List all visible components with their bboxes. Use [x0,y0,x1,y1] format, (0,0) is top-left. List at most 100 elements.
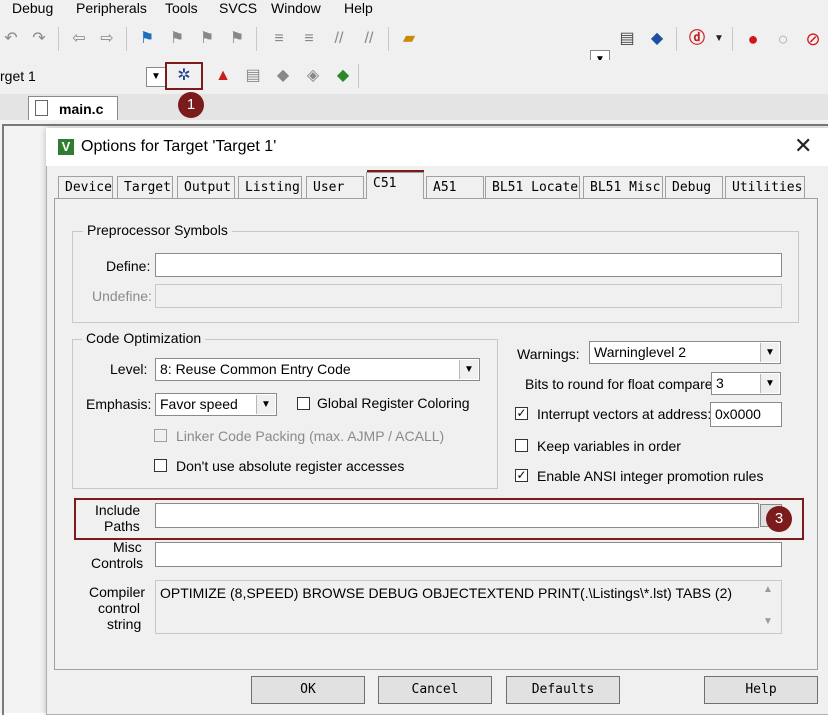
chevron-down-icon: ▼ [760,343,779,362]
preprocessor-legend: Preprocessor Symbols [83,222,232,238]
bookmark-icon[interactable]: ⚑ [136,28,158,50]
interrupt-vectors-field[interactable]: 0x0000 [710,402,782,427]
define-label: Define: [106,258,151,274]
file-icon [35,100,48,116]
chevron-down-icon: ▼ [256,395,275,414]
enable-ansi-checkbox[interactable]: ✓ [515,469,528,482]
menu-tools[interactable]: Tools [165,0,198,16]
tab-target[interactable]: Target [117,176,173,198]
toolbar-separator [732,27,733,51]
file-extensions-icon[interactable]: ▲ [212,65,234,87]
redo-icon[interactable]: ↷ [28,28,50,50]
keep-variables-label: Keep variables in order [537,438,681,454]
scroll-up-icon[interactable]: ▲ [763,584,773,595]
annotation-box-target-options [165,62,203,90]
nav-back-icon[interactable]: ⇦ [68,28,90,50]
dialog-title: Options for Target 'Target 1' [81,138,277,155]
tab-output[interactable]: Output [177,176,235,198]
indent-icon[interactable]: ≡ [268,28,290,50]
bits-round-select[interactable]: 3 ▼ [711,372,781,395]
debug-session-icon[interactable]: ⓓ [686,28,708,50]
menu-debug[interactable]: Debug [12,0,53,16]
open-folder-icon[interactable]: ▰ [398,28,420,50]
define-field[interactable] [155,253,782,277]
tab-bl51-locate[interactable]: BL51 Locate [485,176,580,198]
toolbar-separator [126,27,127,51]
file-tab-strip: main.c [0,94,828,121]
compiler-control-label-line2: control [98,600,141,616]
toolbar-separator [58,27,59,51]
warnings-select-value: Warninglevel 2 [594,344,687,360]
defaults-button[interactable]: Defaults [506,676,620,704]
bookmark-prev-icon[interactable]: ⚑ [166,28,188,50]
undefine-label: Undefine: [92,288,152,304]
cancel-button[interactable]: Cancel [378,676,492,704]
toolbar-main: ↶ ↷ ⇦ ⇨ ⚑ ⚑ ⚑ ⚑ ≡ ≡ // // ▰ ▼ ▤ ◆ ⓓ ▼ ● … [0,20,828,70]
undo-icon[interactable]: ↶ [0,28,22,50]
incremental-find-icon[interactable]: ◆ [646,28,668,50]
annotation-badge-3: 3 [766,506,792,532]
interrupt-vectors-label: Interrupt vectors at address: [537,406,712,422]
enable-ansi-label: Enable ANSI integer promotion rules [537,468,764,484]
tab-user[interactable]: User [306,176,364,198]
uncomment-icon[interactable]: // [358,28,380,50]
global-register-coloring-checkbox[interactable] [297,397,310,410]
tab-a51[interactable]: A51 [426,176,484,198]
linker-code-packing-checkbox[interactable] [154,429,167,442]
find-in-files-icon[interactable]: ▤ [616,28,638,50]
scroll-down-icon[interactable]: ▼ [763,616,773,627]
debug-dropdown-icon[interactable]: ▼ [708,28,730,50]
warnings-select[interactable]: Warninglevel 2 ▼ [589,341,781,364]
target-dropdown-icon[interactable]: ▼ [146,67,166,87]
undefine-field[interactable] [155,284,782,308]
warnings-label: Warnings: [517,346,580,362]
comment-icon[interactable]: // [328,28,350,50]
pack-installer-icon[interactable]: ◈ [302,65,324,87]
emphasis-label: Emphasis: [86,396,152,412]
tab-utilities[interactable]: Utilities [725,176,805,198]
target-select-value[interactable]: rget 1 [0,68,36,84]
ok-button[interactable]: OK [251,676,365,704]
compiler-control-label-line1: Compiler [89,584,146,600]
file-tab-main-c[interactable]: main.c [28,96,118,121]
bits-round-select-value: 3 [716,375,724,391]
tab-bl51-misc[interactable]: BL51 Misc [583,176,663,198]
select-packs-icon[interactable]: ◆ [272,65,294,87]
toolbar-separator [256,27,257,51]
tab-listing[interactable]: Listing [238,176,302,198]
menu-window[interactable]: Window [271,0,321,16]
emphasis-select[interactable]: Favor speed ▼ [155,393,277,416]
breakpoint-kill-icon[interactable]: ⊘ [802,28,824,50]
misc-controls-field[interactable] [155,542,782,567]
bookmark-next-icon[interactable]: ⚑ [196,28,218,50]
interrupt-vectors-checkbox[interactable]: ✓ [515,407,528,420]
level-select[interactable]: 8: Reuse Common Entry Code ▼ [155,358,480,381]
tab-debug[interactable]: Debug [665,176,723,198]
bookmark-clear-icon[interactable]: ⚑ [226,28,248,50]
menu-help[interactable]: Help [344,0,373,16]
dont-use-absolute-label: Don't use absolute register accesses [176,458,405,474]
unindent-icon[interactable]: ≡ [298,28,320,50]
breakpoint-icon[interactable]: ● [742,28,764,50]
preprocessor-group [72,231,799,323]
tab-device[interactable]: Device [58,176,113,198]
linker-code-packing-label: Linker Code Packing (max. AJMP / ACALL) [176,428,445,444]
keep-variables-checkbox[interactable] [515,439,528,452]
rte-icon[interactable]: ◆ [332,65,354,87]
chevron-down-icon: ▼ [760,374,779,393]
chevron-down-icon: ▼ [459,360,478,379]
toolbar-separator [676,27,677,51]
help-button[interactable]: Help [704,676,818,704]
close-icon[interactable]: ✕ [794,134,812,158]
tab-c51[interactable]: C51 [366,172,424,199]
dont-use-absolute-checkbox[interactable] [154,459,167,472]
menu-peripherals[interactable]: Peripherals [76,0,147,16]
nav-forward-icon[interactable]: ⇨ [96,28,118,50]
level-label: Level: [110,361,148,377]
manage-components-icon[interactable]: ▤ [242,65,264,87]
menu-svcs[interactable]: SVCS [219,0,257,16]
misc-controls-label-line2: Controls [91,555,144,571]
global-register-coloring-label: Global Register Coloring [317,395,470,411]
toolbar-build: rget 1 ▼ ✲ ▲ ▤ ◆ ◈ ◆ [0,60,828,94]
breakpoint-disable-icon[interactable]: ○ [772,28,794,50]
